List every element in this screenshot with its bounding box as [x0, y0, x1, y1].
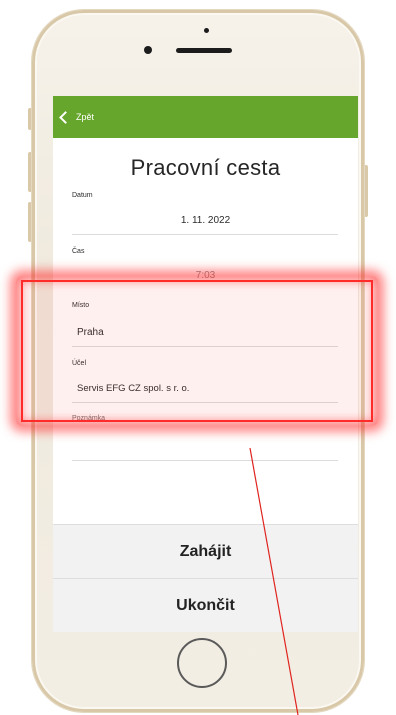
note-label: Poznámka [72, 415, 106, 422]
earpiece-speaker [176, 48, 232, 53]
place-field[interactable]: Praha [77, 327, 104, 338]
date-label: Datum [72, 192, 93, 199]
stage: Zpět Pracovní cesta Datum 1. 11. 2022 Ča… [0, 0, 396, 715]
top-bar: Zpět [53, 96, 358, 138]
place-divider [72, 346, 338, 347]
time-label: Čas [72, 248, 85, 255]
camera-icon [204, 28, 209, 33]
purpose-field[interactable]: Servis EFG CZ spol. s r. o. [77, 383, 189, 394]
start-button[interactable]: Zahájit [53, 524, 358, 578]
chevron-left-icon [59, 110, 72, 124]
page-title: Pracovní cesta [130, 155, 281, 180]
place-label: Místo [72, 302, 90, 309]
time-field[interactable]: 7:03 [53, 270, 358, 281]
home-button[interactable] [177, 638, 227, 688]
back-label: Zpět [76, 112, 95, 122]
power-button [364, 165, 368, 217]
front-sensor-icon [144, 46, 152, 54]
note-field[interactable] [72, 460, 338, 461]
date-field[interactable]: 1. 11. 2022 [53, 215, 358, 226]
back-button[interactable]: Zpět [57, 108, 94, 126]
date-divider [72, 234, 338, 235]
purpose-divider [72, 402, 338, 403]
end-button[interactable]: Ukončit [53, 578, 358, 632]
purpose-label: Účel [72, 360, 87, 367]
app-screen: Zpět Pracovní cesta Datum 1. 11. 2022 Ča… [53, 96, 358, 632]
